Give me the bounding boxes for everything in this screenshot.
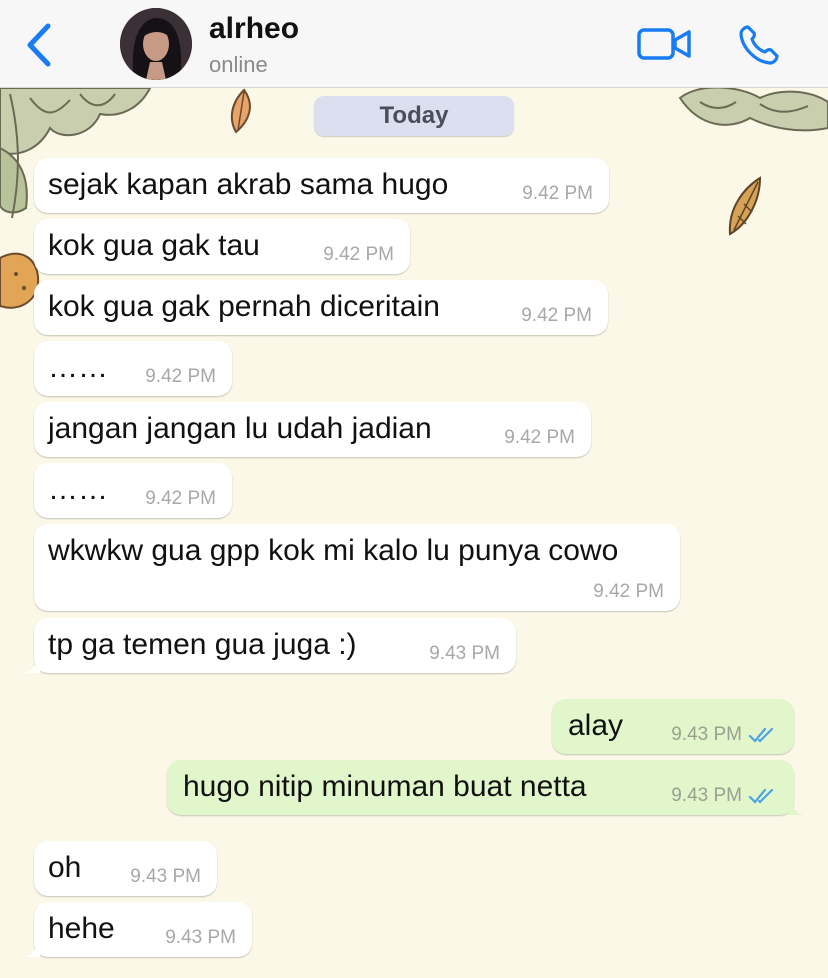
- message-time: 9.43 PM: [165, 927, 236, 948]
- message-time: 9.43 PM: [130, 866, 201, 887]
- message-text: ……: [48, 351, 108, 384]
- message-bubble-incoming[interactable]: wkwkw gua gpp kok mi kalo lu punya cowo …: [34, 524, 680, 611]
- message-bubble-incoming[interactable]: hehe 9.43 PM: [24, 902, 252, 957]
- message-time: 9.42 PM: [593, 581, 664, 602]
- message-text: hugo nitip minuman buat netta: [183, 770, 587, 803]
- voice-call-button[interactable]: [738, 24, 780, 66]
- double-check-icon: [748, 788, 774, 804]
- message-text: tp ga temen gua juga :): [48, 628, 357, 661]
- phone-icon: [739, 25, 779, 65]
- message-text: kok gua gak tau: [48, 229, 260, 262]
- message-time: 9.42 PM: [504, 427, 575, 448]
- message-text: alay: [568, 709, 624, 742]
- message-time: 9.42 PM: [323, 244, 394, 265]
- message-time: 9.42 PM: [522, 183, 593, 204]
- message-bubble-incoming[interactable]: …… 9.42 PM: [34, 341, 232, 396]
- message-bubble-incoming[interactable]: kok gua gak tau 9.42 PM: [34, 219, 410, 274]
- message-bubble-incoming[interactable]: oh 9.43 PM: [34, 841, 217, 896]
- message-text: jangan jangan lu udah jadian: [48, 412, 432, 445]
- message-bubble-incoming[interactable]: kok gua gak pernah diceritain 9.42 PM: [34, 280, 608, 335]
- message-time: 9.43 PM: [429, 643, 500, 664]
- message-bubble-outgoing[interactable]: alay 9.43 PM: [552, 699, 794, 754]
- bubble-tail: [24, 657, 40, 673]
- contact-avatar[interactable]: [120, 8, 192, 80]
- message-time: 9.43 PM: [671, 785, 742, 806]
- date-separator: Today: [314, 96, 514, 136]
- message-time: 9.43 PM: [671, 724, 742, 745]
- chat-header: alrheo online: [0, 0, 828, 88]
- message-bubble-incoming[interactable]: sejak kapan akrab sama hugo 9.42 PM: [34, 158, 609, 213]
- message-time: 9.42 PM: [145, 488, 216, 509]
- message-time: 9.42 PM: [145, 366, 216, 387]
- message-time: 9.42 PM: [521, 305, 592, 326]
- message-text: wkwkw gua gpp kok mi kalo lu punya cowo: [48, 534, 619, 567]
- message-bubble-incoming[interactable]: …… 9.42 PM: [34, 463, 232, 518]
- video-call-icon: [637, 28, 691, 60]
- bubble-tail: [24, 941, 40, 957]
- message-bubble-incoming[interactable]: tp ga temen gua juga :) 9.43 PM: [24, 618, 516, 673]
- message-text: hehe: [48, 912, 115, 945]
- message-bubble-incoming[interactable]: jangan jangan lu udah jadian 9.42 PM: [34, 402, 591, 457]
- contact-status: online: [209, 52, 268, 77]
- video-call-button[interactable]: [637, 26, 691, 62]
- avatar-photo: [120, 8, 192, 80]
- message-text: kok gua gak pernah diceritain: [48, 290, 440, 323]
- message-bubble-outgoing[interactable]: hugo nitip minuman buat netta 9.43 PM: [167, 760, 804, 815]
- message-text: oh: [48, 851, 82, 884]
- message-text: ……: [48, 473, 108, 506]
- contact-name[interactable]: alrheo: [209, 12, 299, 46]
- bubble-tail: [788, 799, 804, 815]
- back-button[interactable]: [22, 22, 56, 68]
- message-text: sejak kapan akrab sama hugo: [48, 168, 449, 201]
- chevron-left-icon: [27, 23, 51, 67]
- double-check-icon: [748, 727, 774, 743]
